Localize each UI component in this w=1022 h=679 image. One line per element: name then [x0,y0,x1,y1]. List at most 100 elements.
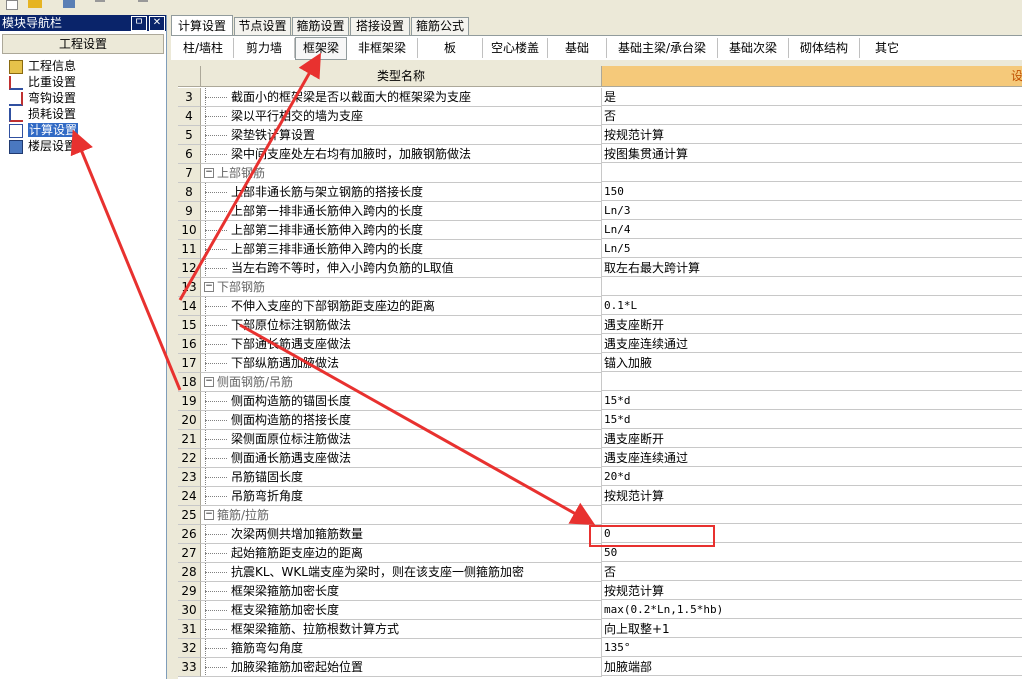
grid-row[interactable]: 4 梁以平行相交的墙为支座 否 [178,107,1022,126]
nav-item-project-info[interactable]: 工程信息 [2,58,162,74]
tree-line-horizontal [205,496,227,497]
row-name-text: 吊筋锚固长度 [231,470,304,484]
row-value-cell[interactable]: 150 [602,183,1022,201]
row-value-cell[interactable]: 遇支座断开 [602,430,1022,448]
row-number: 32 [178,639,201,658]
row-value-cell[interactable]: Ln/4 [602,221,1022,239]
nav-item-calc-settings[interactable]: 计算设置 [2,122,162,138]
subtab-column-wallcolumn[interactable]: 柱/墙柱 [173,38,234,58]
row-value-cell[interactable]: 向上取整+1 [602,620,1022,638]
row-value-cell[interactable]: 取左右最大跨计算 [602,259,1022,277]
save-icon[interactable] [63,0,75,8]
tab-stirrup-formula[interactable]: 箍筋公式 [411,17,469,35]
row-value-cell[interactable]: Ln/3 [602,202,1022,220]
nav-item-loss-settings[interactable]: 损耗设置 [2,106,162,122]
row-value-cell[interactable]: 按规范计算 [602,582,1022,600]
collapse-icon[interactable]: − [204,168,214,178]
nav-section-header[interactable]: 工程设置 [2,34,164,54]
grid-row[interactable]: 6 梁中间支座处左右均有加腋时，加腋钢筋做法 按图集贯通计算 [178,145,1022,164]
tab-stirrup-settings[interactable]: 箍筋设置 [292,17,349,35]
grid-row[interactable]: 17 下部纵筋遇加腋做法 锚入加腋 [178,354,1022,373]
tab-lap-settings[interactable]: 搭接设置 [350,17,410,35]
row-value-cell[interactable]: 遇支座断开 [602,316,1022,334]
grid-row[interactable]: 23 吊筋锚固长度 20*d [178,468,1022,487]
grid-row[interactable]: 12 当左右跨不等时，伸入小跨内负筋的L取值 取左右最大跨计算 [178,259,1022,278]
row-value-cell[interactable]: 0.1*L [602,297,1022,315]
row-name-text: 下部通长筋遇支座做法 [231,337,352,351]
row-value-cell[interactable]: 否 [602,107,1022,125]
grid-row[interactable]: 3 截面小的框架梁是否以截面大的框架梁为支座 是 [178,88,1022,107]
grid-row[interactable]: 14 不伸入支座的下部钢筋距支座边的距离 0.1*L [178,297,1022,316]
subtab-foundation[interactable]: 基础 [548,38,607,58]
grid-row[interactable]: 30 框支梁箍筋加密长度 max(0.2*Ln,1.5*hb) [178,601,1022,620]
grid-row[interactable]: 9 上部第一排非通长筋伸入跨内的长度 Ln/3 [178,202,1022,221]
grid-row[interactable]: 19 侧面构造筋的锚固长度 15*d [178,392,1022,411]
subtab-shear-wall[interactable]: 剪力墙 [234,38,295,58]
row-name-text: 侧面构造筋的搭接长度 [231,413,352,427]
subtab-slab[interactable]: 板 [418,38,483,58]
new-file-icon[interactable] [6,0,18,10]
subtab-other[interactable]: 其它 [860,38,914,58]
grid-row[interactable]: 10 上部第二排非通长筋伸入跨内的长度 Ln/4 [178,221,1022,240]
subtab-masonry[interactable]: 砌体结构 [789,38,860,58]
row-value-cell[interactable]: Ln/5 [602,240,1022,258]
subtab-foundation-main-beam[interactable]: 基础主梁/承台梁 [607,38,718,58]
grid-row[interactable]: 20 侧面构造筋的搭接长度 15*d [178,411,1022,430]
subtab-hollow-floor[interactable]: 空心楼盖 [483,38,548,58]
subtab-frame-beam[interactable]: 框架梁 [295,37,347,60]
row-name-cell: 箍筋弯勾角度 [201,639,602,658]
grid-row[interactable]: 11 上部第三排非通长筋伸入跨内的长度 Ln/5 [178,240,1022,259]
subtab-foundation-secondary-beam[interactable]: 基础次梁 [718,38,789,58]
grid-row[interactable]: 24 吊筋弯折角度 按规范计算 [178,487,1022,506]
nav-item-hook-settings[interactable]: 弯钩设置 [2,90,162,106]
grid-row[interactable]: 16 下部通长筋遇支座做法 遇支座连续通过 [178,335,1022,354]
tree-line-horizontal [205,667,227,668]
nav-item-floor-settings[interactable]: 楼层设置 [2,138,162,154]
row-value-cell[interactable]: 按规范计算 [602,126,1022,144]
row-value-cell[interactable]: 按图集贯通计算 [602,145,1022,163]
row-value-cell[interactable]: max(0.2*Ln,1.5*hb) [602,601,1022,619]
row-value-cell[interactable]: 遇支座连续通过 [602,335,1022,353]
grid-row[interactable]: 28 抗震KL、WKL端支座为梁时，则在该支座一侧箍筋加密 否 [178,563,1022,582]
row-name-text: 下部钢筋 [217,280,266,294]
grid-row[interactable]: 8 上部非通长筋与架立钢筋的搭接长度 150 [178,183,1022,202]
nav-item-weight-settings[interactable]: 比重设置 [2,74,162,90]
grid-row[interactable]: 32 箍筋弯勾角度 135° [178,639,1022,658]
pin-icon[interactable]: ㅁ [131,16,147,31]
tree-line-horizontal [205,629,227,630]
row-value-cell[interactable]: 遇支座连续通过 [602,449,1022,467]
row-value-cell[interactable]: 135° [602,639,1022,657]
redo-icon[interactable] [138,0,148,10]
close-icon[interactable]: ✕ [149,16,165,31]
grid-row[interactable]: 31 框架梁箍筋、拉筋根数计算方式 向上取整+1 [178,620,1022,639]
tab-node-settings[interactable]: 节点设置 [234,17,291,35]
collapse-icon[interactable]: − [204,282,214,292]
grid-group-row[interactable]: 7− 上部钢筋 [178,164,1022,183]
subtab-non-frame-beam[interactable]: 非框架梁 [347,38,418,58]
grid-row[interactable]: 33 加腋梁箍筋加密起始位置 加腋端部 [178,658,1022,677]
row-name-text: 梁中间支座处左右均有加腋时，加腋钢筋做法 [231,147,472,161]
grid-group-row[interactable]: 25− 箍筋/拉筋 [178,506,1022,525]
grid-row[interactable]: 5 梁垫铁计算设置 按规范计算 [178,126,1022,145]
tab-calc-settings[interactable]: 计算设置 [171,15,233,36]
row-value-cell[interactable]: 锚入加腋 [602,354,1022,372]
grid-row[interactable]: 29 框架梁箍筋加密长度 按规范计算 [178,582,1022,601]
pane-splitter[interactable] [167,15,171,679]
row-value-cell[interactable]: 按规范计算 [602,487,1022,505]
grid-group-row[interactable]: 18− 侧面钢筋/吊筋 [178,373,1022,392]
grid-row[interactable]: 22 侧面通长筋遇支座做法 遇支座连续通过 [178,449,1022,468]
row-value-cell[interactable]: 15*d [602,411,1022,429]
collapse-icon[interactable]: − [204,377,214,387]
row-value-cell[interactable]: 否 [602,563,1022,581]
undo-icon[interactable] [95,0,105,10]
collapse-icon[interactable]: − [204,510,214,520]
row-value-cell[interactable]: 是 [602,88,1022,106]
row-value-cell[interactable]: 15*d [602,392,1022,410]
open-folder-icon[interactable] [28,0,42,8]
grid-row[interactable]: 15 下部原位标注钢筋做法 遇支座断开 [178,316,1022,335]
grid-row[interactable]: 21 梁侧面原位标注筋做法 遇支座断开 [178,430,1022,449]
row-name-cell: 梁以平行相交的墙为支座 [201,107,602,126]
row-value-cell[interactable]: 加腋端部 [602,658,1022,676]
grid-group-row[interactable]: 13− 下部钢筋 [178,278,1022,297]
row-value-cell[interactable]: 20*d [602,468,1022,486]
